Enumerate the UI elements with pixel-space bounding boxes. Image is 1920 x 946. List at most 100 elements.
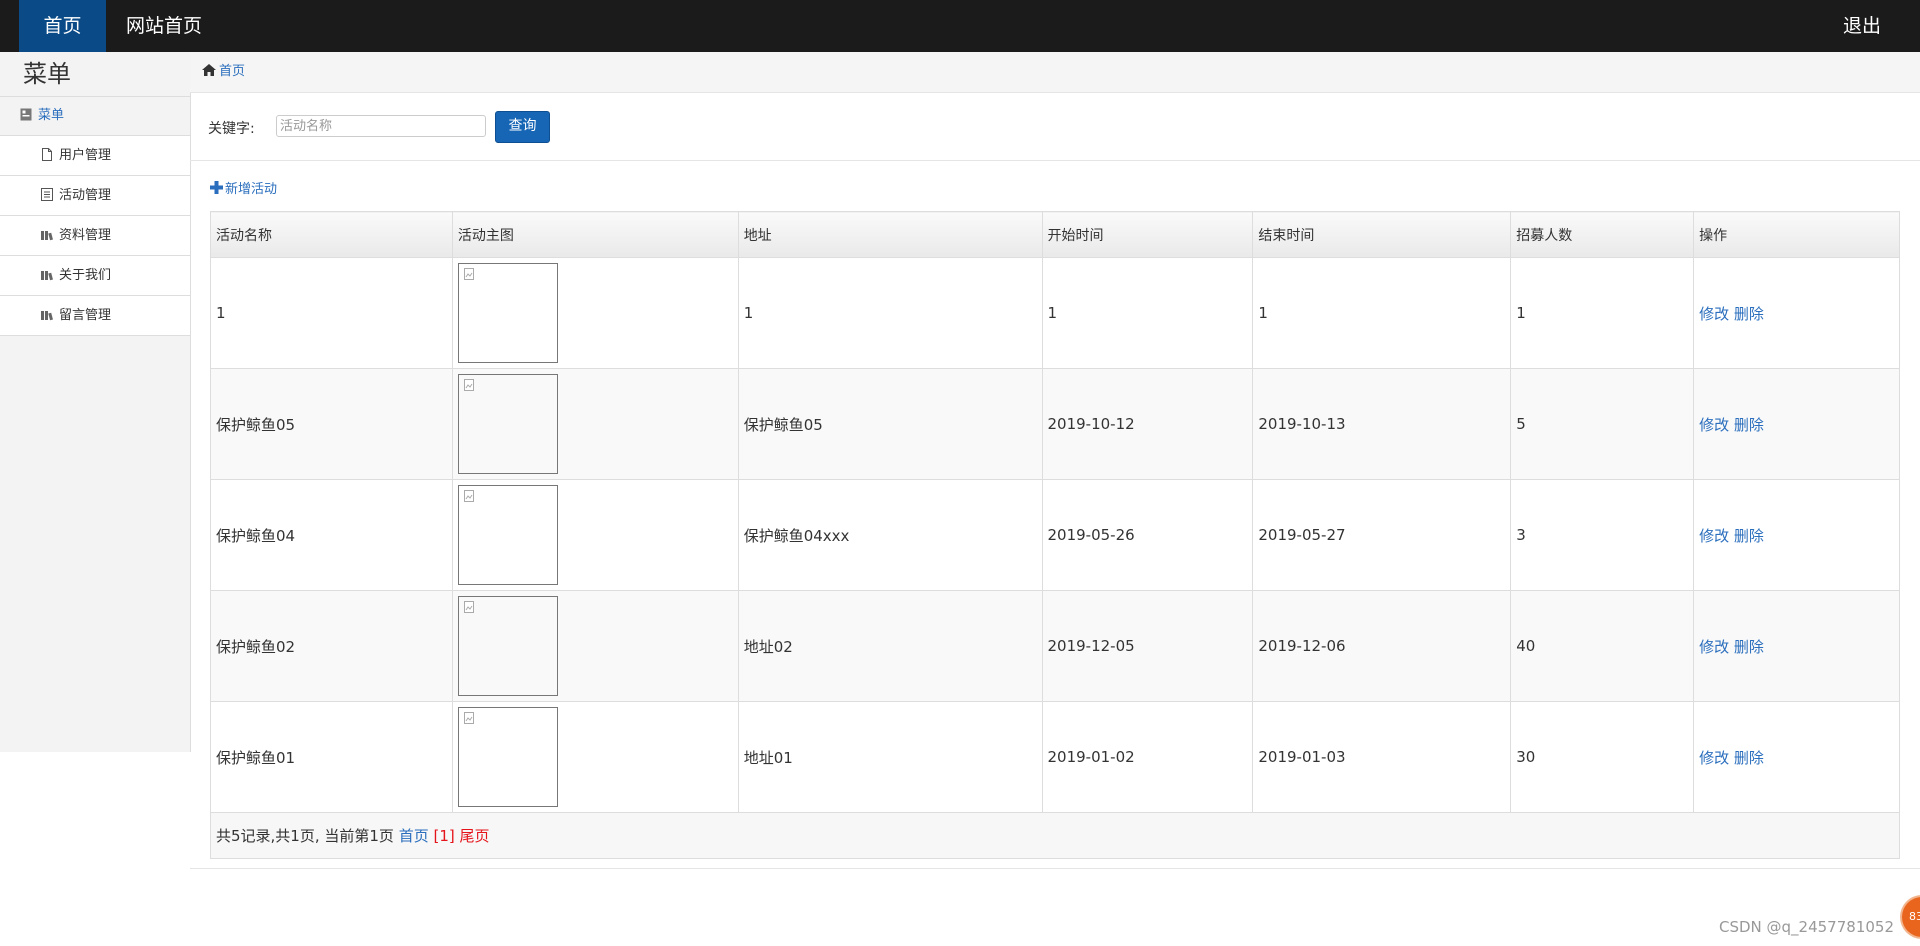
keyword-input[interactable]	[276, 115, 486, 137]
menu-icon	[20, 108, 32, 121]
pager-current-page[interactable]: [1]	[434, 827, 455, 845]
sidebar-item-label: 活动管理	[59, 188, 112, 203]
pager: 共5记录,共1页, 当前第1页 首页 [1] 尾页	[210, 812, 1900, 859]
sidebar-item-activities[interactable]: 活动管理	[0, 176, 190, 216]
home-icon	[202, 64, 216, 76]
activity-image	[457, 374, 558, 474]
broken-image-icon	[463, 268, 474, 280]
cell-count: 40	[1510, 590, 1695, 702]
cell-end: 2019-10-13	[1252, 368, 1512, 480]
cell-actions: 修改 删除	[1693, 479, 1900, 591]
floating-badge[interactable]: 83	[1902, 897, 1920, 937]
logout-link[interactable]: 退出	[1843, 0, 1881, 52]
cell-end: 1	[1252, 257, 1512, 369]
activity-image	[457, 596, 558, 696]
cell-start: 2019-12-05	[1041, 590, 1254, 702]
cell-start: 2019-10-12	[1041, 368, 1254, 480]
cell-address: 地址01	[737, 701, 1043, 813]
cell-actions: 修改 删除	[1693, 368, 1900, 480]
list-icon	[41, 188, 53, 201]
table-row: 保护鲸鱼05 保护鲸鱼05 2019-10-12 2019-10-13 5 修改…	[210, 368, 1900, 480]
books-icon	[41, 231, 53, 241]
sidebar-item-label: 留言管理	[59, 308, 112, 323]
cell-actions: 修改 删除	[1693, 701, 1900, 813]
pager-last-link[interactable]: 尾页	[460, 827, 490, 845]
cell-count: 3	[1510, 479, 1695, 591]
cell-count: 30	[1510, 701, 1695, 813]
cell-start: 2019-05-26	[1041, 479, 1254, 591]
column-header: 活动主图	[451, 211, 739, 258]
sidebar-item-about[interactable]: 关于我们	[0, 256, 190, 296]
table-row: 保护鲸鱼01 地址01 2019-01-02 2019-01-03 30 修改 …	[210, 701, 1900, 813]
delete-link[interactable]: 删除	[1734, 527, 1764, 545]
nav-site-home-link[interactable]: 网站首页	[126, 0, 202, 52]
table-row: 1 1 1 1 1 修改 删除	[210, 257, 1900, 369]
cell-address: 保护鲸鱼05	[737, 368, 1043, 480]
search-button[interactable]: 查询	[495, 111, 550, 143]
sidebar-item-label: 关于我们	[59, 268, 112, 283]
watermark: CSDN @q_2457781052	[1719, 918, 1894, 936]
plus-icon	[210, 181, 223, 194]
cell-start: 2019-01-02	[1041, 701, 1254, 813]
footer-divider	[190, 868, 1920, 869]
sidebar-item-users[interactable]: 用户管理	[0, 136, 190, 176]
add-activity-label: 新增活动	[225, 182, 278, 197]
keyword-label: 关键字:	[208, 121, 255, 137]
sidebar-root-menu[interactable]: 菜单	[0, 97, 190, 136]
column-header: 开始时间	[1041, 211, 1254, 258]
sidebar-root-label: 菜单	[38, 108, 65, 123]
activity-table: 活动名称 活动主图 地址 开始时间 结束时间 招募人数 操作 1 1 1 1 1…	[210, 211, 1900, 859]
sidebar-item-materials[interactable]: 资料管理	[0, 216, 190, 256]
broken-image-icon	[463, 712, 474, 724]
search-bar: 关键字: 查询	[190, 93, 1920, 161]
column-header: 操作	[1693, 211, 1900, 258]
nav-home-link[interactable]: 首页	[19, 0, 106, 52]
cell-image	[451, 701, 739, 813]
cell-name: 保护鲸鱼04	[210, 479, 453, 591]
activity-image	[457, 263, 558, 363]
pager-summary: 共5记录,共1页, 当前第1页	[216, 827, 394, 845]
edit-link[interactable]: 修改	[1699, 749, 1729, 767]
activity-image	[457, 485, 558, 585]
pager-first-link[interactable]: 首页	[399, 827, 429, 845]
table-row: 保护鲸鱼02 地址02 2019-12-05 2019-12-06 40 修改 …	[210, 590, 1900, 702]
edit-link[interactable]: 修改	[1699, 638, 1729, 656]
column-header: 招募人数	[1510, 211, 1695, 258]
sidebar-title: 菜单	[0, 52, 190, 97]
broken-image-icon	[463, 601, 474, 613]
cell-address: 地址02	[737, 590, 1043, 702]
cell-image	[451, 368, 739, 480]
edit-link[interactable]: 修改	[1699, 527, 1729, 545]
delete-link[interactable]: 删除	[1734, 416, 1764, 434]
edit-link[interactable]: 修改	[1699, 416, 1729, 434]
cell-image	[451, 479, 739, 591]
delete-link[interactable]: 删除	[1734, 305, 1764, 323]
table-header-row: 活动名称 活动主图 地址 开始时间 结束时间 招募人数 操作	[210, 211, 1900, 258]
breadcrumb-home-link[interactable]: 首页	[219, 64, 245, 79]
file-icon	[42, 148, 52, 161]
cell-end: 2019-05-27	[1252, 479, 1512, 591]
books-icon	[41, 271, 53, 281]
cell-image	[451, 590, 739, 702]
sidebar-item-label: 资料管理	[59, 228, 112, 243]
cell-address: 1	[737, 257, 1043, 369]
add-activity-link[interactable]: 新增活动	[210, 178, 277, 197]
cell-address: 保护鲸鱼04xxx	[737, 479, 1043, 591]
sidebar-item-label: 用户管理	[59, 148, 112, 163]
cell-actions: 修改 删除	[1693, 590, 1900, 702]
cell-name: 1	[210, 257, 453, 369]
broken-image-icon	[463, 379, 474, 391]
broken-image-icon	[463, 490, 474, 502]
delete-link[interactable]: 删除	[1734, 638, 1764, 656]
column-header: 结束时间	[1252, 211, 1512, 258]
sidebar-item-messages[interactable]: 留言管理	[0, 296, 190, 336]
sidebar: 菜单 菜单 用户管理 活动管理 资料管理 关于我们 留言管理	[0, 52, 191, 752]
cell-end: 2019-12-06	[1252, 590, 1512, 702]
column-header: 地址	[737, 211, 1043, 258]
books-icon	[41, 311, 53, 321]
cell-count: 1	[1510, 257, 1695, 369]
edit-link[interactable]: 修改	[1699, 305, 1729, 323]
breadcrumb: 首页	[190, 52, 1920, 93]
cell-name: 保护鲸鱼05	[210, 368, 453, 480]
delete-link[interactable]: 删除	[1734, 749, 1764, 767]
